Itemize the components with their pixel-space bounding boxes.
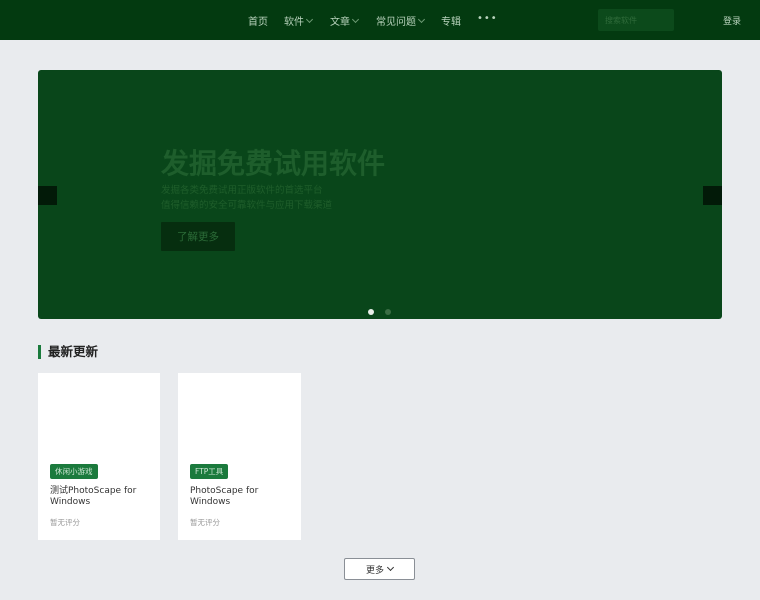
chevron-down-icon [417, 15, 426, 23]
nav-software[interactable]: 软件 [284, 13, 314, 28]
load-more-label: 更多 [365, 565, 384, 576]
nav-faq[interactable]: 常见问题 [376, 13, 426, 28]
nav-label: 首页 [248, 17, 268, 28]
hero-subtitle-2: 值得信赖的安全可靠软件与应用下载渠道 [161, 200, 333, 211]
nav-albums[interactable]: 专辑 [441, 13, 461, 28]
hero-subtitle-1: 发掘各类免费试用正版软件的首选平台 [161, 185, 323, 196]
nav-home[interactable]: 首页 [248, 13, 268, 28]
card-title[interactable]: 测试PhotoScape for Windows [50, 486, 150, 508]
software-card[interactable]: 休闲小游戏 测试PhotoScape for Windows 暂无评分 [38, 373, 160, 540]
learn-more-button[interactable]: 了解更多 [161, 222, 235, 251]
nav-label: 专辑 [441, 17, 461, 28]
software-card[interactable]: FTP工具 PhotoScape for Windows 暂无评分 [178, 373, 301, 540]
nav-label: 文章 [330, 17, 350, 28]
hero-title: 发掘免费试用软件 [161, 147, 386, 180]
chevron-down-icon [386, 563, 395, 572]
chevron-down-icon [305, 15, 314, 23]
card-title[interactable]: PhotoScape for Windows [190, 486, 290, 508]
chevron-down-icon [351, 15, 360, 23]
section-title: 最新更新 [38, 345, 98, 359]
top-nav-bar: 首页 软件 文章 常见问题 专辑 ••• 登录 [0, 0, 760, 40]
nav-articles[interactable]: 文章 [330, 13, 360, 28]
search-input[interactable] [598, 9, 674, 31]
card-rating: 暂无评分 [50, 518, 80, 527]
category-tag[interactable]: 休闲小游戏 [50, 464, 98, 479]
card-rating: 暂无评分 [190, 518, 220, 527]
nav-label: 软件 [284, 17, 304, 28]
login-link[interactable]: 登录 [723, 14, 741, 27]
carousel-prev-button[interactable] [38, 186, 57, 205]
hero-carousel: 发掘免费试用软件 发掘各类免费试用正版软件的首选平台 值得信赖的安全可靠软件与应… [38, 70, 722, 319]
load-more-button[interactable]: 更多 [344, 558, 415, 580]
more-menu-icon[interactable]: ••• [477, 13, 498, 24]
nav-label: 常见问题 [376, 17, 416, 28]
carousel-dot-2[interactable] [385, 309, 391, 315]
carousel-next-button[interactable] [703, 186, 722, 205]
carousel-dot-1[interactable] [368, 309, 374, 315]
category-tag[interactable]: FTP工具 [190, 464, 229, 479]
